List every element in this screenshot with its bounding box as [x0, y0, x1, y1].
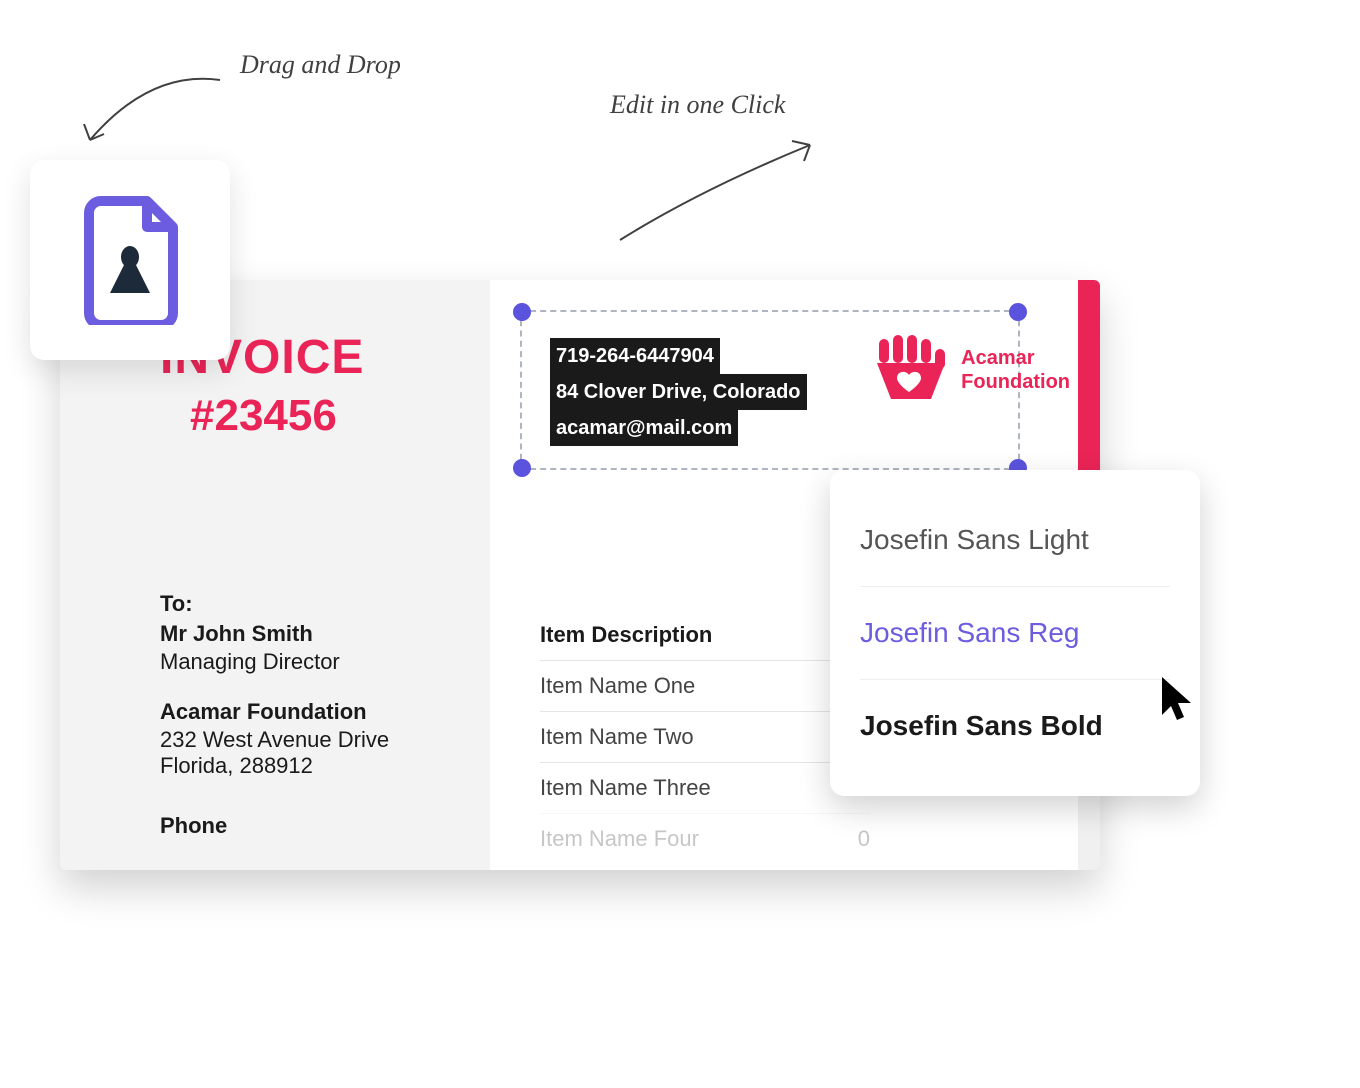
invoice-number[interactable]: #23456	[190, 391, 450, 441]
table-row[interactable]: Item Name Two 0	[540, 711, 870, 762]
accent-stripe	[1078, 280, 1100, 490]
font-option-regular[interactable]: Josefin Sans Reg	[860, 587, 1170, 680]
recipient-block[interactable]: To: Mr John Smith Managing Director Acam…	[160, 591, 450, 839]
arrow-drag	[70, 60, 230, 160]
brand-line1: Acamar	[961, 346, 1070, 370]
to-role: Managing Director	[160, 649, 450, 675]
table-row[interactable]: Item Name One 0	[540, 660, 870, 711]
hand-heart-icon	[873, 335, 951, 405]
contact-phone: 719-264-6447904	[550, 338, 720, 374]
table-header-row: Item Description Qty	[540, 610, 870, 660]
annotation-edit: Edit in one Click	[610, 90, 785, 120]
item-name: Item Name Three	[540, 775, 711, 801]
item-qty: 0	[810, 826, 870, 852]
table-row[interactable]: Item Name Four 0	[540, 813, 870, 864]
font-option-light[interactable]: Josefin Sans Light	[860, 494, 1170, 587]
file-drop-tile[interactable]	[30, 160, 230, 360]
to-name: Mr John Smith	[160, 621, 450, 647]
to-addr2: Florida, 288912	[160, 753, 450, 779]
col-description: Item Description	[540, 622, 712, 648]
resize-handle-tr[interactable]	[1009, 303, 1027, 321]
item-name: Item Name Two	[540, 724, 694, 750]
pdf-file-icon	[75, 195, 185, 325]
invoice-left-panel: INVOICE #23456 To: Mr John Smith Managin…	[60, 280, 490, 870]
resize-handle-tl[interactable]	[513, 303, 531, 321]
to-org: Acamar Foundation	[160, 699, 450, 725]
item-name: Item Name Four	[540, 826, 699, 852]
contact-email: acamar@mail.com	[550, 410, 738, 446]
table-row[interactable]: Item Name Three 0	[540, 762, 870, 813]
brand-line2: Foundation	[961, 370, 1070, 394]
cursor-icon	[1160, 675, 1196, 723]
contact-text-block[interactable]: 719-264-6447904 84 Clover Drive, Colorad…	[550, 338, 807, 446]
item-name: Item Name One	[540, 673, 695, 699]
annotation-drag: Drag and Drop	[240, 50, 401, 80]
phone-label: Phone	[160, 813, 450, 839]
items-table[interactable]: Item Description Qty Item Name One 0 Ite…	[540, 610, 870, 864]
arrow-edit	[610, 130, 830, 250]
to-addr1: 232 West Avenue Drive	[160, 727, 450, 753]
contact-address: 84 Clover Drive, Colorado	[550, 374, 807, 410]
brand-block[interactable]: Acamar Foundation	[873, 335, 1070, 405]
font-option-bold[interactable]: Josefin Sans Bold	[860, 680, 1170, 772]
font-picker-popup: Josefin Sans Light Josefin Sans Reg Jose…	[830, 470, 1200, 796]
to-label: To:	[160, 591, 450, 617]
resize-handle-bl[interactable]	[513, 459, 531, 477]
